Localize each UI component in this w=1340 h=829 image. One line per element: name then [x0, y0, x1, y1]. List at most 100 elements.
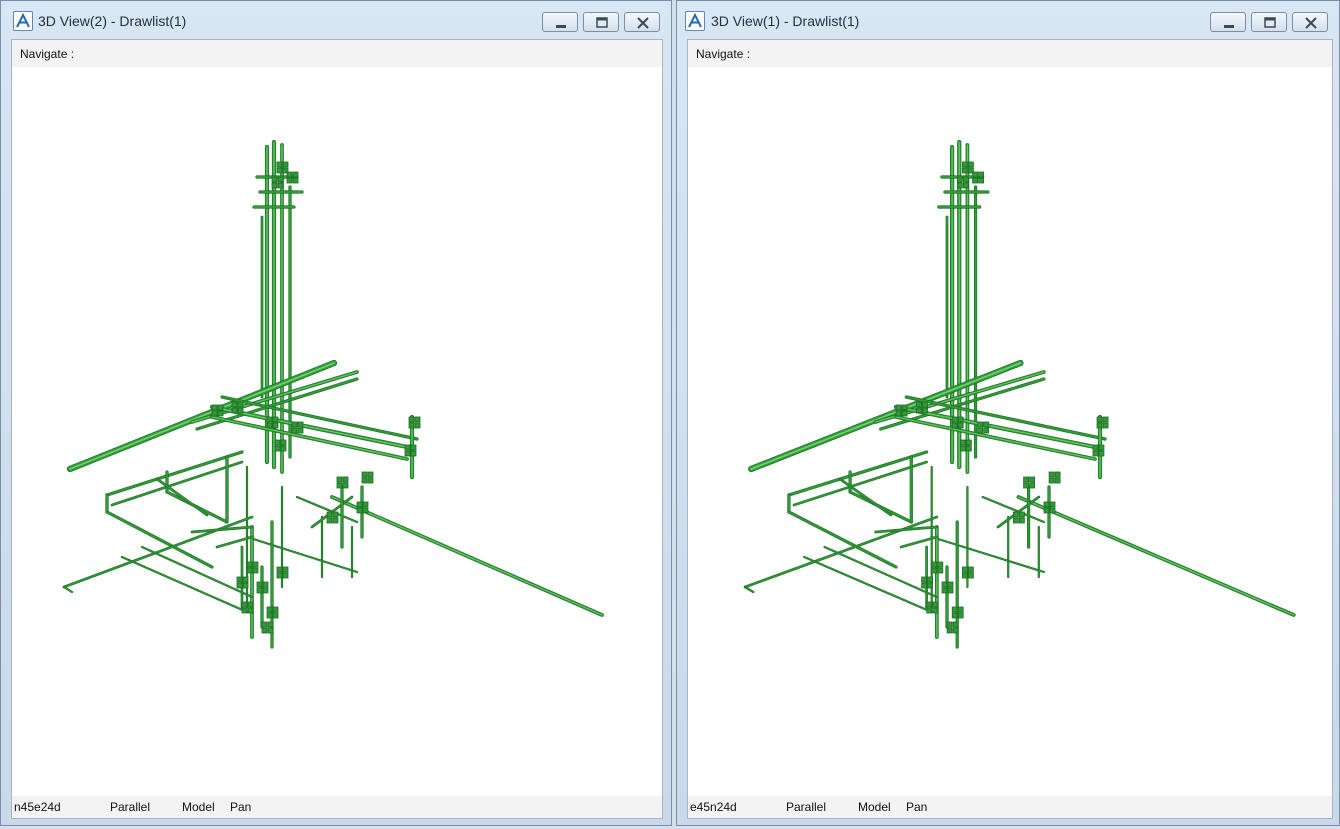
pipe-fitting [242, 576, 249, 583]
pipe-fitting [983, 427, 990, 434]
pipe-fitting [1102, 422, 1109, 429]
pipe-fitting [941, 587, 948, 594]
pipe-fitting [1012, 511, 1019, 518]
pipe-segment [69, 362, 335, 470]
minimize-button[interactable] [542, 12, 578, 32]
pipe-fitting [1098, 450, 1105, 457]
pipe-fitting [247, 607, 254, 614]
close-button[interactable] [624, 12, 660, 32]
pipe-fitting [1098, 444, 1105, 451]
3d-viewport[interactable] [688, 67, 1332, 796]
title-bar[interactable]: 3D View(1) - Drawlist(1) [677, 1, 1339, 38]
pipe-fitting [1012, 517, 1019, 524]
pipe-fitting [961, 572, 968, 579]
pipe-fitting [266, 612, 273, 619]
pipe-fitting [965, 445, 972, 452]
pipe-fitting [967, 572, 974, 579]
view-mode: Model [858, 800, 891, 814]
pipe-fitting [957, 606, 964, 613]
pipe-fitting [267, 621, 274, 628]
pipe-fitting [926, 607, 933, 614]
viewer-window-right[interactable]: 3D View(1) - Drawlist(1) Navigate : e45n… [676, 0, 1340, 826]
pipe-fitting [1023, 482, 1030, 489]
pipe-fitting [967, 161, 974, 168]
title-bar[interactable]: 3D View(2) - Drawlist(1) [1, 1, 671, 38]
pipe-fitting [972, 171, 979, 178]
pipe-fitting [959, 445, 966, 452]
pipe-fitting [1029, 476, 1036, 483]
viewer-window-left[interactable]: 3D View(2) - Drawlist(1) Navigate : n45e… [0, 0, 672, 826]
pipe-fitting [932, 601, 939, 608]
pipe-fitting [937, 567, 944, 574]
pipe-fitting [947, 581, 954, 588]
pipe-fitting [282, 161, 289, 168]
status-bar: n45e24d Parallel Model Pan [12, 796, 662, 818]
pipe-fitting [276, 167, 283, 174]
pipe-fitting [961, 167, 968, 174]
pipe-fitting [261, 621, 268, 628]
pipe-fitting [237, 401, 244, 408]
pipe-fitting [236, 576, 243, 583]
pipe-fitting [217, 404, 224, 411]
pipe-fitting [246, 561, 253, 568]
pipe-fitting [961, 161, 968, 168]
pipe-fitting [410, 444, 417, 451]
piping-model [62, 139, 604, 649]
pipe-fitting [941, 581, 948, 588]
pipe-fitting [297, 427, 304, 434]
pipe-fitting [951, 606, 958, 613]
close-icon [1305, 17, 1317, 29]
pipe-fitting [280, 439, 287, 446]
pipe-fitting [261, 627, 268, 634]
pipe-fitting [947, 587, 954, 594]
pipe-fitting [256, 587, 263, 594]
pipe-fitting [276, 572, 283, 579]
pipe-fitting [926, 601, 933, 608]
window-title: 3D View(1) - Drawlist(1) [711, 13, 860, 29]
close-button[interactable] [1292, 12, 1328, 32]
pipe-fitting [1043, 507, 1050, 514]
maximize-icon [596, 17, 608, 28]
pipe-fitting [1092, 450, 1099, 457]
pipe-fitting [1096, 416, 1103, 423]
pipe-fitting [901, 404, 908, 411]
pipe-segment [787, 511, 897, 568]
pipe-fitting [1018, 517, 1025, 524]
pipe-fitting [277, 182, 284, 189]
pipe-fitting [916, 401, 922, 408]
pipe-fitting [931, 561, 938, 568]
pipe-fitting [1029, 482, 1036, 489]
pipe-fitting [241, 601, 248, 608]
pipe-fitting [271, 182, 278, 189]
pipe-fitting [972, 177, 979, 184]
minimize-button[interactable] [1210, 12, 1246, 32]
pipe-fitting [247, 601, 254, 608]
pipe-fitting [356, 507, 363, 514]
3d-viewport[interactable] [12, 67, 662, 796]
pipe-fitting [946, 627, 953, 634]
pipe-fitting [1048, 471, 1055, 478]
pipe-fitting [236, 582, 243, 589]
app-icon [685, 11, 705, 31]
pipe-fitting [361, 477, 368, 484]
navigate-bar: Navigate : [12, 40, 662, 67]
minimize-icon [556, 25, 566, 28]
pipe-fitting [931, 567, 938, 574]
pipe-fitting [342, 476, 349, 483]
pipe-segment [744, 586, 754, 593]
pipe-fitting [282, 566, 289, 573]
view-direction: n45e24d [14, 800, 61, 814]
pipe-fitting [901, 410, 908, 417]
pipe-fitting [292, 171, 299, 178]
pipe-fitting [952, 627, 959, 634]
pipe-fitting [276, 566, 283, 573]
maximize-button[interactable] [1251, 12, 1287, 32]
pipe-fitting [1043, 501, 1050, 508]
pipe-fitting [291, 421, 298, 428]
pipe-fitting [967, 566, 974, 573]
maximize-button[interactable] [583, 12, 619, 32]
pipe-fitting [326, 511, 333, 518]
projection-mode: Parallel [786, 800, 827, 814]
pipe-fitting [916, 407, 922, 414]
pipe-fitting [1023, 476, 1030, 483]
